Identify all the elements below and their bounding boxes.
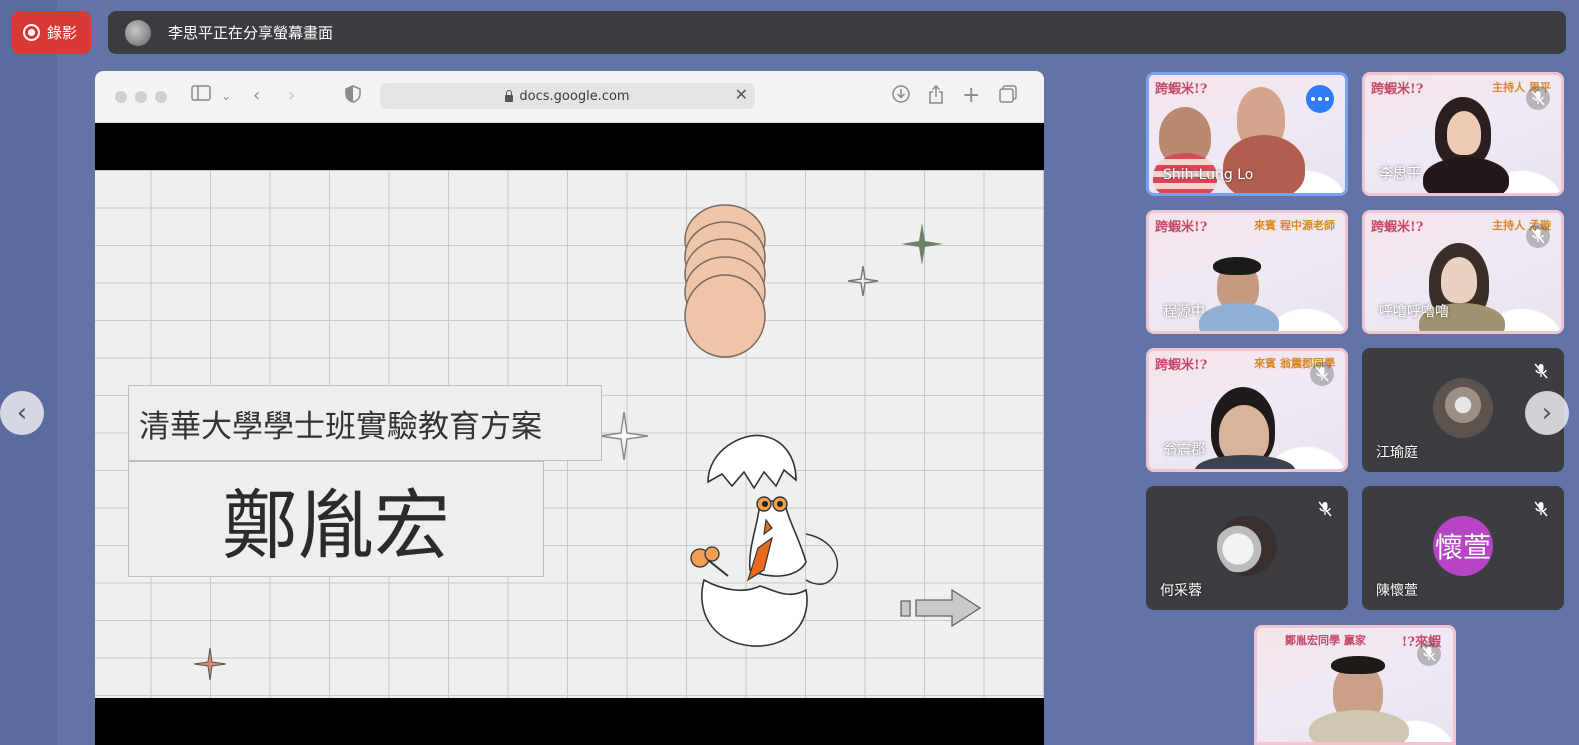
sparkle-outline-icon xyxy=(600,412,648,460)
record-label: 錄影 xyxy=(47,24,78,42)
more-options-button[interactable] xyxy=(1306,85,1334,113)
person-face xyxy=(1441,257,1477,303)
record-icon xyxy=(23,24,40,41)
forward-icon[interactable]: › xyxy=(288,85,295,107)
participant-tile[interactable]: 跨蝦米!? 來賓 翁震郡同學 翁震郡 xyxy=(1146,348,1348,472)
window-minimize-dot[interactable] xyxy=(135,91,147,103)
participant-tile[interactable]: 跨蝦米!? 來賓 程中源老師 程源中 xyxy=(1146,210,1348,334)
participant-name: 李思平 xyxy=(1379,166,1421,182)
chevron-down-icon[interactable]: ⌄ xyxy=(221,85,231,107)
tile-host-label: 鄭胤宏同學 贏家 xyxy=(1285,634,1366,647)
participant-name: 江瑜庭 xyxy=(1376,445,1418,461)
person-hair xyxy=(1213,257,1261,275)
participant-tile[interactable]: 跨蝦米!? 主持人 思平 李思平 xyxy=(1362,72,1564,196)
tile-host-label: 來賓 程中源老師 xyxy=(1254,219,1335,232)
window-zoom-dot[interactable] xyxy=(155,91,167,103)
tile-banner: 跨蝦米!? xyxy=(1371,82,1424,97)
sparkle-icon xyxy=(194,648,226,680)
participant-tile[interactable]: 懷萱 陳懷萱 xyxy=(1362,486,1564,610)
screen-share-banner: 李思平正在分享螢幕畫面 xyxy=(108,11,1566,54)
mic-off-icon xyxy=(1313,497,1337,521)
person-shirt xyxy=(1309,710,1409,742)
person-hair xyxy=(1331,656,1385,674)
stacked-circles-graphic xyxy=(684,204,766,358)
tabs-overview-icon[interactable] xyxy=(999,85,1017,109)
tile-banner: 跨蝦米!? xyxy=(1155,358,1208,373)
sparkle-outline-icon xyxy=(848,266,878,296)
person-face xyxy=(1447,111,1481,155)
participant-name: 呼嚕呼嚕嚕 xyxy=(1379,304,1449,320)
participant-name: 陳懷萱 xyxy=(1376,583,1418,599)
mic-off-icon xyxy=(1417,642,1441,666)
sparkle-icon xyxy=(901,223,943,265)
participant-tile[interactable]: 何采蓉 xyxy=(1146,486,1348,610)
window-close-dot[interactable] xyxy=(115,91,127,103)
avatar xyxy=(1217,516,1277,576)
presentation-slide: 清華大學學士班實驗教育方案 鄭胤宏 xyxy=(95,170,1044,698)
chick-in-egg-illustration xyxy=(690,434,838,647)
share-icon[interactable] xyxy=(928,84,944,111)
address-bar[interactable]: docs.google.com ✕ xyxy=(380,83,755,109)
slide-presenter-name: 鄭胤宏 xyxy=(128,461,544,577)
presenter-avatar xyxy=(125,19,151,46)
tile-banner: 跨蝦米!? xyxy=(1155,220,1208,235)
slide-subtitle: 清華大學學士班實驗教育方案 xyxy=(128,385,602,461)
mic-off-icon xyxy=(1526,224,1550,248)
share-banner-text: 李思平正在分享螢幕畫面 xyxy=(168,24,334,42)
participant-name: 何采蓉 xyxy=(1160,583,1202,599)
participant-tile[interactable]: 鄭胤宏同學 贏家 !?來蝦 xyxy=(1254,625,1456,745)
participant-name: 翁震郡 xyxy=(1163,442,1205,458)
shield-icon[interactable] xyxy=(345,85,361,109)
participant-tile[interactable]: 跨蝦米!? 主持人 孟璇 呼嚕呼嚕嚕 xyxy=(1362,210,1564,334)
mic-off-icon xyxy=(1529,497,1553,521)
person-shirt xyxy=(1423,157,1509,193)
tile-banner: 跨蝦米!? xyxy=(1155,82,1208,97)
back-icon[interactable]: ‹ xyxy=(253,85,260,107)
person-shirt xyxy=(1223,135,1305,193)
participant-tile[interactable]: 跨蝦米!? Shih-Lung Lo xyxy=(1146,72,1348,196)
lock-icon xyxy=(505,89,514,102)
letter-avatar: 懷萱 xyxy=(1433,516,1493,576)
mic-off-icon xyxy=(1310,362,1334,386)
participant-name: Shih-Lung Lo xyxy=(1163,167,1254,183)
mic-off-icon xyxy=(1529,359,1553,383)
new-tab-icon[interactable]: + xyxy=(962,85,980,107)
next-page-button[interactable]: › xyxy=(1525,391,1569,435)
shared-browser-window: ⌄ ‹ › docs.google.com ✕ + 清華大學學士班實驗教育方案 … xyxy=(95,71,1044,745)
browser-toolbar: ⌄ ‹ › docs.google.com ✕ + xyxy=(95,71,1044,123)
tile-banner: 跨蝦米!? xyxy=(1371,220,1424,235)
participant-name: 程源中 xyxy=(1163,304,1205,320)
close-icon[interactable]: ✕ xyxy=(735,85,748,104)
mic-off-icon xyxy=(1526,86,1550,110)
download-icon[interactable] xyxy=(892,85,910,109)
avatar xyxy=(1433,378,1493,438)
left-gutter xyxy=(0,0,57,745)
arrow-right-icon xyxy=(900,588,982,628)
record-button[interactable]: 錄影 xyxy=(12,11,91,54)
previous-page-button[interactable]: ‹ xyxy=(0,391,44,435)
url-text: docs.google.com xyxy=(519,88,630,104)
sidebar-icon[interactable] xyxy=(191,85,211,107)
